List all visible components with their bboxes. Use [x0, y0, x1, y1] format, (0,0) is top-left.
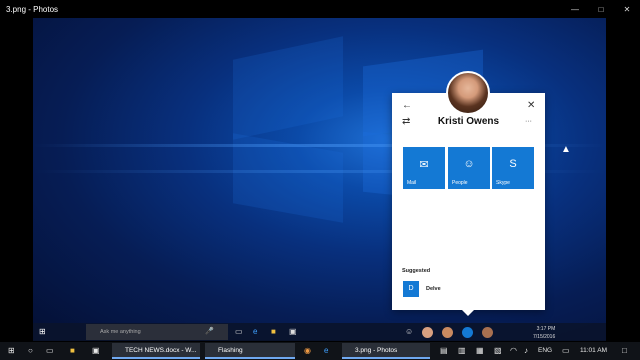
task-view-icon: ▭	[235, 327, 243, 336]
close-window-button[interactable]: ✕	[614, 5, 640, 14]
file-explorer-icon[interactable]: ■	[70, 342, 75, 360]
search-icon[interactable]: ○	[28, 342, 33, 360]
task-label: 3.png - Photos	[355, 347, 398, 354]
pinned-contact-avatar	[442, 327, 453, 338]
close-icon[interactable]: ✕	[527, 101, 535, 111]
photo-taskbar: ⊞ Ask me anything 🎤 ▭ e ■ ▣ ☺ 3:17 PM 7/…	[33, 323, 606, 341]
windows-start-icon: ⊞	[39, 327, 46, 336]
pinned-contact-avatar	[482, 327, 493, 338]
contact-avatar	[446, 71, 490, 115]
tray-icon[interactable]: ▤	[440, 342, 448, 360]
keyboard-icon[interactable]: ▭	[562, 342, 570, 360]
suggested-heading: Suggested	[402, 268, 431, 274]
maximize-button[interactable]: □	[588, 5, 614, 14]
volume-icon[interactable]: ♪	[524, 342, 528, 360]
back-arrow-icon[interactable]: ←	[402, 101, 412, 111]
delve-icon[interactable]: D	[403, 281, 419, 297]
mail-tile-label: Mail	[407, 180, 417, 186]
input-language[interactable]: ENG	[538, 342, 552, 360]
minimize-button[interactable]: —	[562, 5, 588, 14]
photo-clock-time: 3:17 PM	[536, 326, 556, 332]
edge-icon[interactable]: e	[324, 342, 328, 360]
photo-clock-date: 7/15/2016	[533, 334, 556, 340]
delve-label[interactable]: Delve	[426, 286, 441, 292]
mouse-cursor-icon: ▲	[561, 144, 571, 155]
taskbar-task-word[interactable]: TECH NEWS.docx - W...	[112, 343, 200, 359]
mic-icon: 🎤	[205, 328, 214, 335]
people-tile[interactable]: ☺ People	[448, 147, 490, 189]
people-icon: ☺	[463, 158, 475, 170]
action-center-icon[interactable]: □	[622, 342, 627, 360]
taskbar-task-flashing[interactable]: Flashing	[205, 343, 295, 359]
taskbar-clock[interactable]: 11:01 AM	[580, 342, 607, 360]
task-label: TECH NEWS.docx - W...	[125, 347, 197, 354]
photo-clock: 3:17 PM 7/15/2016	[533, 325, 555, 343]
photo-search-placeholder: Ask me anything	[100, 329, 141, 335]
store-icon[interactable]: ▣	[92, 342, 100, 360]
edge-icon: e	[253, 327, 258, 336]
taskbar: ⊞ ○ ▭ ■ ▣ TECH NEWS.docx - W... Flashing…	[0, 342, 640, 360]
start-button[interactable]: ⊞	[8, 342, 15, 360]
tray-icon[interactable]: ▥	[458, 342, 466, 360]
store-icon: ▣	[289, 327, 297, 336]
window-titlebar: 3.png - Photos — □ ✕	[0, 0, 640, 18]
window-title: 3.png - Photos	[6, 4, 59, 14]
pinned-contact-avatar	[462, 327, 473, 338]
task-view-button[interactable]: ▭	[46, 342, 54, 360]
people-bar-icon: ☺	[405, 327, 414, 336]
tray-icon[interactable]: ▦	[476, 342, 484, 360]
contact-name: Kristi Owens	[437, 116, 500, 127]
task-label: Flashing	[218, 347, 243, 354]
skype-icon: S	[509, 158, 517, 170]
wallpaper-pane	[233, 36, 343, 140]
skype-tile-label: Skype	[496, 180, 510, 186]
mail-icon: ✉	[419, 159, 429, 171]
folder-icon: ■	[271, 327, 276, 336]
chrome-icon[interactable]: ◉	[304, 342, 311, 360]
mail-tile[interactable]: ✉ Mail	[403, 147, 445, 189]
skype-tile[interactable]: S Skype	[492, 147, 534, 189]
taskbar-task-photos[interactable]: 3.png - Photos	[342, 343, 430, 359]
wifi-icon[interactable]: ◠	[510, 342, 517, 360]
tray-icon[interactable]: ▧	[494, 342, 502, 360]
pinned-contact-avatar	[422, 327, 433, 338]
people-tile-label: People	[452, 180, 468, 186]
